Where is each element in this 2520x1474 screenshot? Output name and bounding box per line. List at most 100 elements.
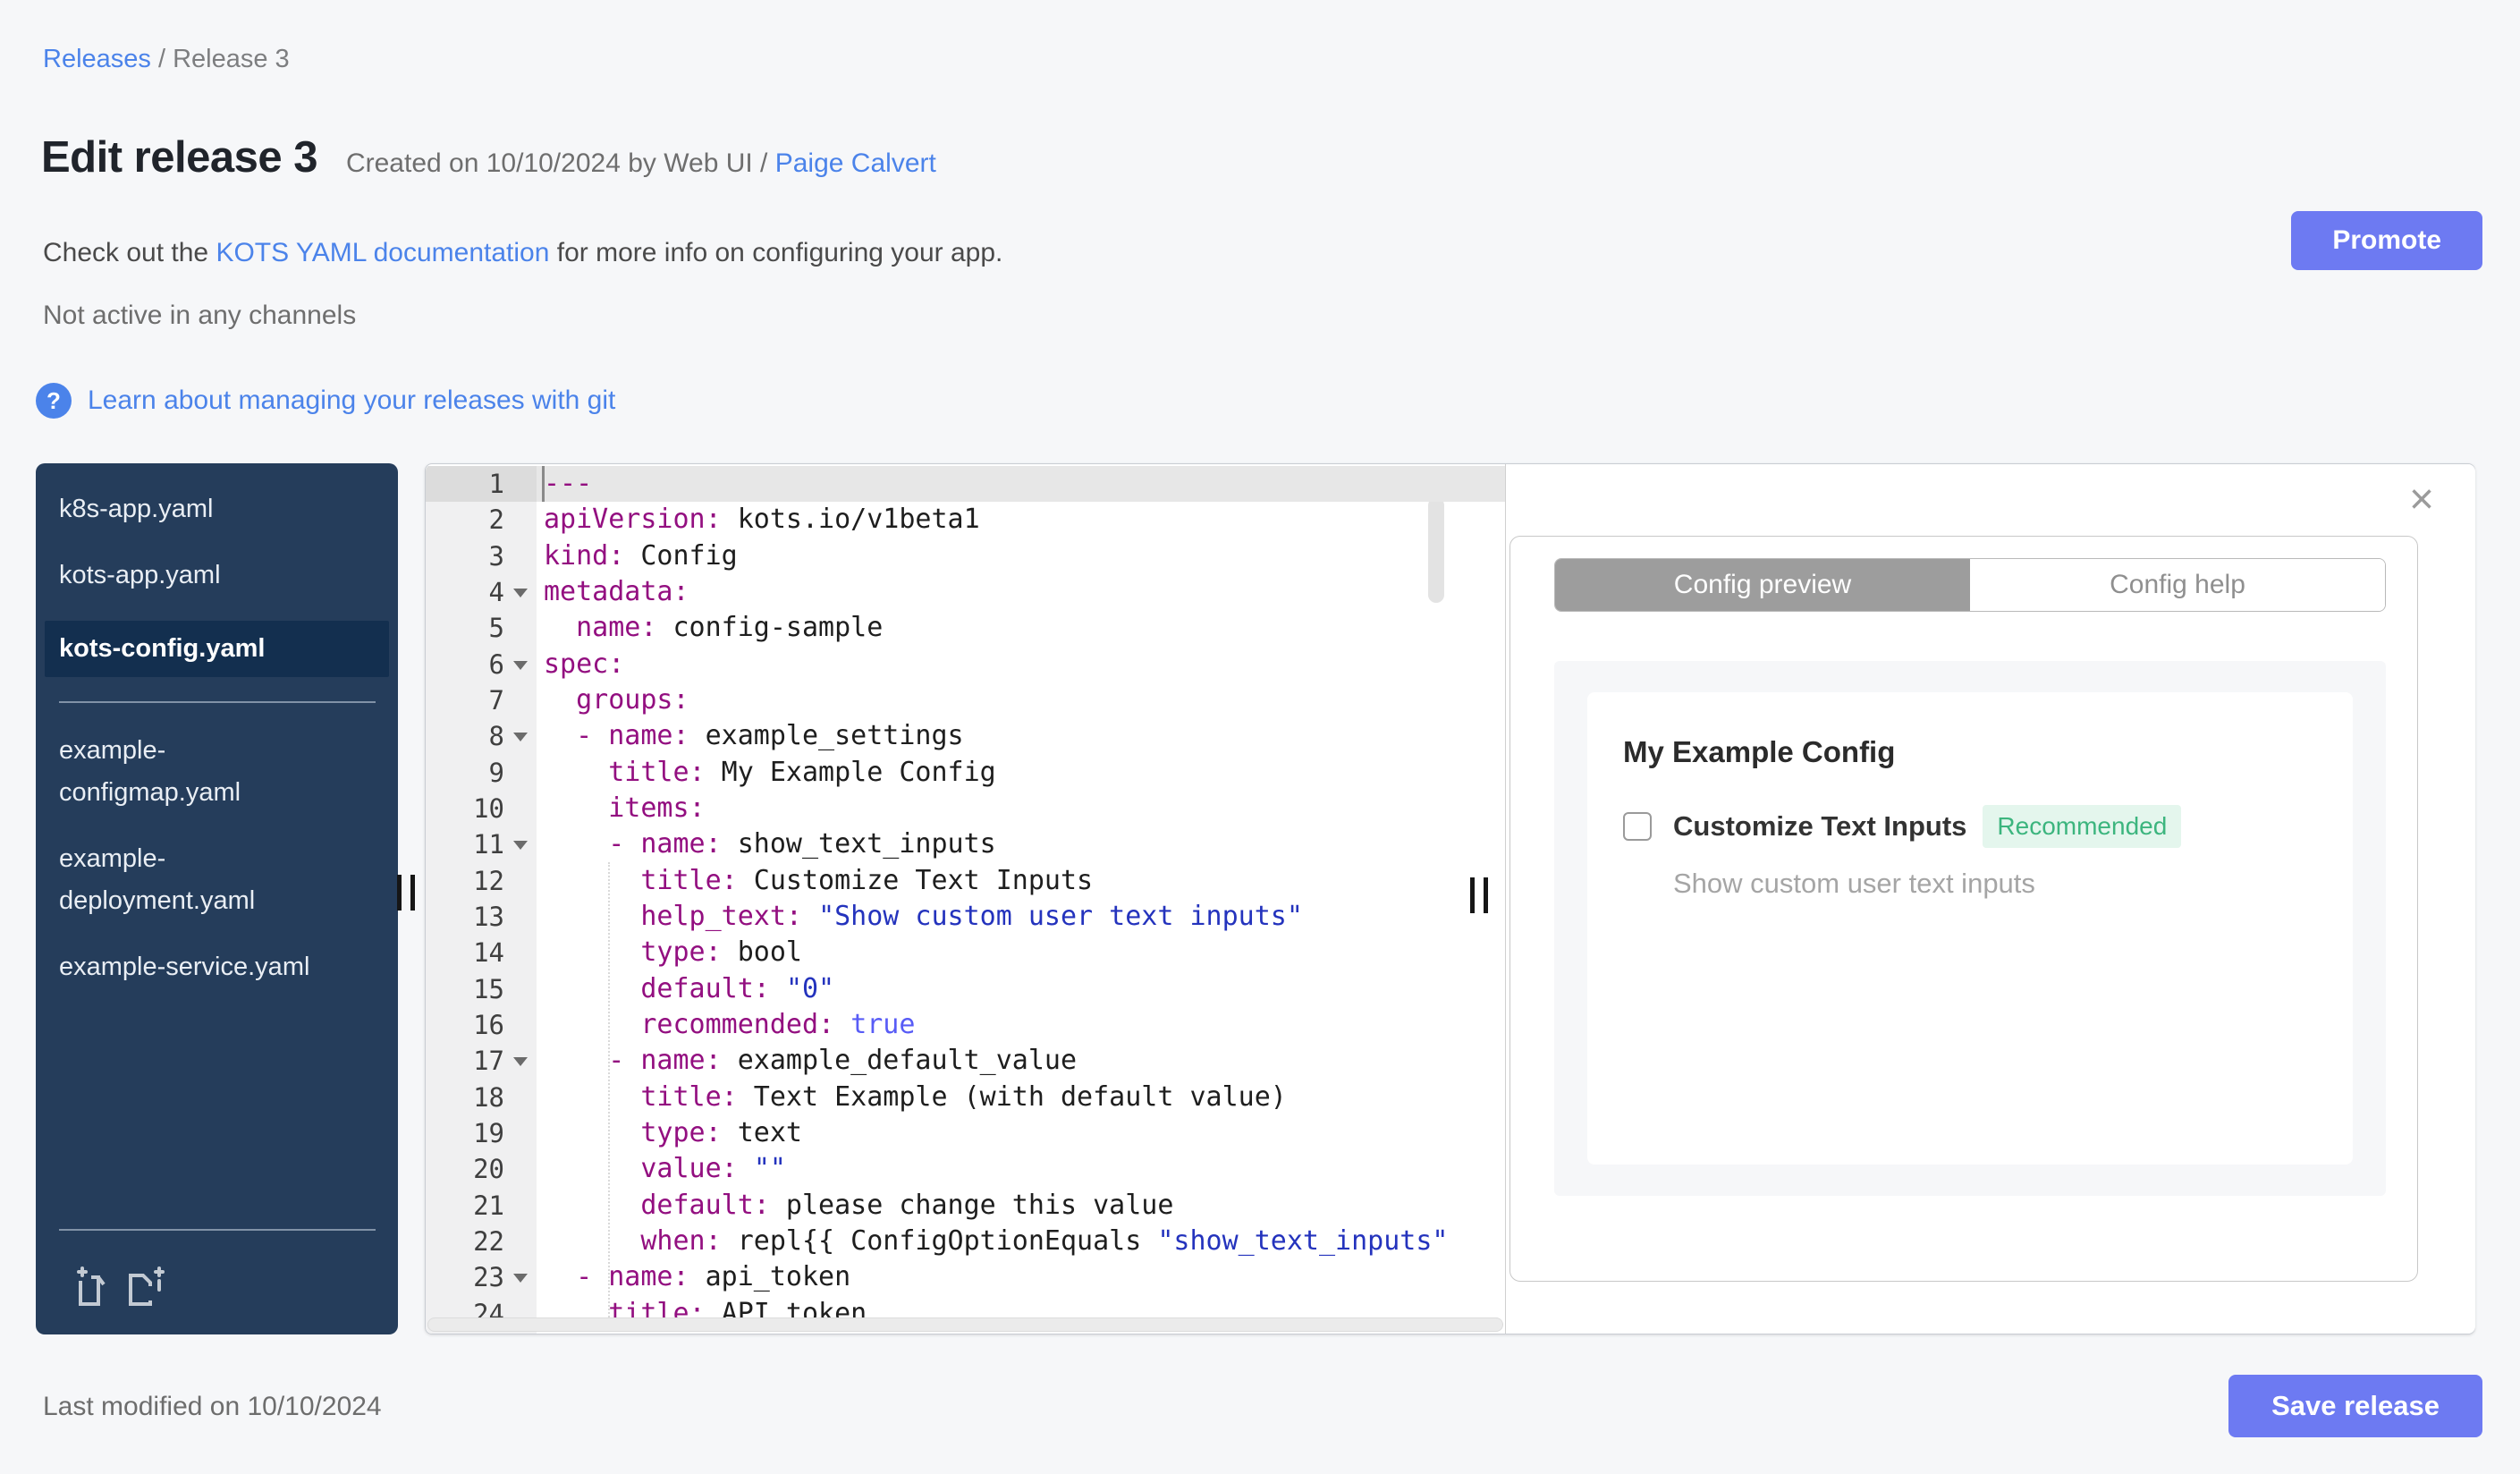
gutter-line-number[interactable]: 12: [426, 862, 537, 899]
code-line-13[interactable]: 13 help_text: "Show custom user text inp…: [426, 898, 1505, 936]
code-line-15[interactable]: 15 default: "0": [426, 970, 1505, 1007]
code-line-23[interactable]: 23 - name: api_token: [426, 1259, 1505, 1296]
breadcrumb-releases-link[interactable]: Releases: [43, 45, 151, 73]
editor-resize-handle[interactable]: [1470, 877, 1488, 913]
code-text[interactable]: type: password: [537, 1332, 1505, 1334]
gutter-line-number[interactable]: 3: [426, 538, 537, 574]
gutter-line-number[interactable]: 9: [426, 754, 537, 791]
code-text[interactable]: items:: [537, 791, 1505, 826]
fold-arrow-icon[interactable]: [513, 733, 528, 742]
gutter-line-number[interactable]: 16: [426, 1006, 537, 1044]
git-link[interactable]: Learn about managing your releases with …: [88, 385, 615, 416]
code-line-10[interactable]: 10 items:: [426, 790, 1505, 827]
save-release-button[interactable]: Save release: [2228, 1375, 2482, 1437]
code-text[interactable]: recommended: true: [537, 1007, 1505, 1043]
code-text[interactable]: kind: Config: [537, 538, 1505, 574]
file-item-k8s-app.yaml[interactable]: k8s-app.yaml: [59, 488, 327, 530]
code-text[interactable]: - name: example_settings: [537, 718, 1505, 754]
gutter-line-number[interactable]: 4: [426, 573, 537, 611]
tab-config-preview[interactable]: Config preview: [1555, 559, 1970, 611]
gutter-line-number[interactable]: 8: [426, 718, 537, 755]
gutter-line-number[interactable]: 13: [426, 898, 537, 936]
code-text[interactable]: type: bool: [537, 935, 1505, 970]
code-line-5[interactable]: 5 name: config-sample: [426, 610, 1505, 647]
gutter-line-number[interactable]: 21: [426, 1187, 537, 1224]
code-line-12[interactable]: 12 title: Customize Text Inputs: [426, 862, 1505, 899]
gutter-line-number[interactable]: 19: [426, 1114, 537, 1152]
tab-config-help[interactable]: Config help: [1970, 559, 2385, 611]
code-text[interactable]: help_text: "Show custom user text inputs…: [537, 899, 1505, 935]
gutter-line-number[interactable]: 17: [426, 1043, 537, 1080]
file-item-example-service.yaml[interactable]: example-service.yaml: [59, 946, 327, 988]
close-icon[interactable]: ×: [2409, 479, 2434, 521]
code-line-18[interactable]: 18 title: Text Example (with default val…: [426, 1079, 1505, 1115]
editor-horizontal-scrollbar[interactable]: [427, 1317, 1503, 1332]
fold-arrow-icon[interactable]: [513, 1057, 528, 1067]
code-line-9[interactable]: 9 title: My Example Config: [426, 754, 1505, 791]
code-text[interactable]: - name: show_text_inputs: [537, 826, 1505, 862]
code-line-8[interactable]: 8 - name: example_settings: [426, 718, 1505, 755]
fold-arrow-icon[interactable]: [513, 1274, 528, 1283]
author-link[interactable]: Paige Calvert: [775, 148, 936, 178]
code-text[interactable]: - name: api_token: [537, 1259, 1505, 1295]
gutter-line-number[interactable]: 11: [426, 826, 537, 863]
yaml-editor[interactable]: 1 --- 2 apiVersion: kots.io/v1beta1 3 kind: C…: [426, 464, 1505, 1334]
upload-file-icon[interactable]: [70, 1266, 111, 1308]
fold-arrow-icon[interactable]: [513, 841, 528, 851]
code-line-3[interactable]: 3 kind: Config: [426, 538, 1505, 574]
code-line-17[interactable]: 17 - name: example_default_value: [426, 1043, 1505, 1080]
code-line-11[interactable]: 11 - name: show_text_inputs: [426, 826, 1505, 863]
code-line-2[interactable]: 2 apiVersion: kots.io/v1beta1: [426, 502, 1505, 538]
file-item-kots-app.yaml[interactable]: kots-app.yaml: [59, 555, 327, 597]
gutter-line-number[interactable]: 23: [426, 1259, 537, 1296]
gutter-line-number[interactable]: 22: [426, 1223, 537, 1260]
code-text[interactable]: groups:: [537, 682, 1505, 718]
code-text[interactable]: title: Text Example (with default value): [537, 1080, 1505, 1115]
gutter-line-number[interactable]: 7: [426, 682, 537, 719]
file-item-kots-config.yaml[interactable]: kots-config.yaml: [45, 621, 389, 677]
code-text[interactable]: value: "": [537, 1151, 1505, 1187]
git-help-row[interactable]: ? Learn about managing your releases wit…: [36, 383, 615, 419]
gutter-line-number[interactable]: 25: [426, 1331, 537, 1334]
fold-arrow-icon[interactable]: [513, 588, 528, 597]
file-item-example-deployment.yaml[interactable]: example-deployment.yaml: [59, 838, 327, 922]
gutter-line-number[interactable]: 18: [426, 1079, 537, 1115]
gutter-line-number[interactable]: 15: [426, 970, 537, 1007]
code-text[interactable]: title: My Example Config: [537, 755, 1505, 791]
gutter-line-number[interactable]: 5: [426, 610, 537, 647]
gutter-line-number[interactable]: 10: [426, 790, 537, 827]
code-text[interactable]: type: text: [537, 1115, 1505, 1151]
code-text[interactable]: default: "0": [537, 971, 1505, 1007]
gutter-line-number[interactable]: 2: [426, 502, 537, 538]
gutter-line-number[interactable]: 14: [426, 935, 537, 971]
code-text[interactable]: name: config-sample: [537, 610, 1505, 646]
code-text[interactable]: - name: example_default_value: [537, 1043, 1505, 1079]
code-line-1[interactable]: 1 ---: [426, 466, 1505, 503]
code-line-14[interactable]: 14 type: bool: [426, 935, 1505, 971]
code-line-4[interactable]: 4 metadata:: [426, 573, 1505, 611]
gutter-line-number[interactable]: 20: [426, 1151, 537, 1188]
code-text[interactable]: title: Customize Text Inputs: [537, 863, 1505, 899]
promote-button[interactable]: Promote: [2291, 211, 2482, 270]
gutter-line-number[interactable]: 1: [426, 466, 537, 503]
code-text[interactable]: default: please change this value: [537, 1188, 1505, 1224]
customize-text-inputs-checkbox[interactable]: [1623, 812, 1652, 841]
code-text[interactable]: ---: [537, 466, 1505, 503]
add-file-icon[interactable]: [127, 1266, 168, 1308]
kots-docs-link[interactable]: KOTS YAML documentation: [216, 238, 549, 267]
file-item-example-configmap.yaml[interactable]: example-configmap.yaml: [59, 730, 327, 814]
code-line-20[interactable]: 20 value: "": [426, 1151, 1505, 1188]
code-text[interactable]: metadata:: [537, 574, 1505, 610]
code-line-25[interactable]: 25 type: password: [426, 1331, 1505, 1334]
code-text[interactable]: apiVersion: kots.io/v1beta1: [537, 502, 1505, 538]
code-line-7[interactable]: 7 groups:: [426, 682, 1505, 719]
sidebar-resize-handle[interactable]: [397, 875, 415, 911]
code-text[interactable]: when: repl{{ ConfigOptionEquals "show_te…: [537, 1224, 1505, 1259]
code-line-16[interactable]: 16 recommended: true: [426, 1006, 1505, 1044]
code-text[interactable]: spec:: [537, 647, 1505, 682]
gutter-line-number[interactable]: 6: [426, 646, 537, 682]
code-line-6[interactable]: 6 spec:: [426, 646, 1505, 682]
code-line-22[interactable]: 22 when: repl{{ ConfigOptionEquals "show…: [426, 1223, 1505, 1260]
fold-arrow-icon[interactable]: [513, 660, 528, 670]
code-line-21[interactable]: 21 default: please change this value: [426, 1187, 1505, 1224]
